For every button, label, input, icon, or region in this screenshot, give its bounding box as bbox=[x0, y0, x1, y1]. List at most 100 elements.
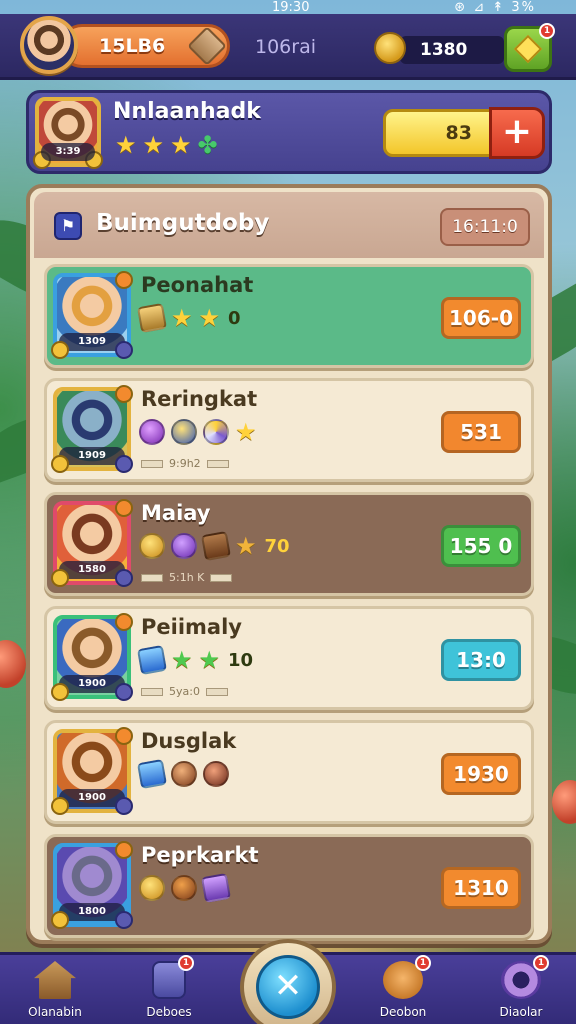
fruit-decoration bbox=[552, 780, 576, 824]
nav-label: Diaolar bbox=[499, 1005, 543, 1019]
hero-items: ★ ★ 0 bbox=[136, 302, 241, 334]
orb-icon bbox=[203, 761, 229, 787]
player-card: 3:39 Nnlaanhadk ★ ★ ★ ✤ 83 + bbox=[26, 90, 552, 174]
house-icon bbox=[34, 961, 76, 999]
badge-icon bbox=[51, 797, 69, 815]
orb-icon bbox=[171, 419, 197, 445]
hero-price-button[interactable]: 106-0 bbox=[441, 297, 521, 339]
hero-price-button[interactable]: 1930 bbox=[441, 753, 521, 795]
progress-bar bbox=[206, 459, 229, 468]
gem-icon bbox=[171, 533, 197, 559]
hero-subtext: 9:9h2 bbox=[169, 457, 201, 470]
hero-name: Peonahat bbox=[141, 273, 254, 297]
rank-icon bbox=[115, 727, 133, 745]
hero-name: Reringkat bbox=[141, 387, 258, 411]
progress-bar bbox=[205, 687, 228, 696]
resource-value: 106rai bbox=[255, 36, 316, 58]
hero-items: ★ bbox=[139, 419, 265, 445]
player-portrait[interactable]: 3:39 bbox=[33, 97, 103, 169]
card-deck-icon: 1 bbox=[152, 955, 194, 999]
hero-name: Maiay bbox=[141, 501, 211, 525]
hero-price-button[interactable]: 531 bbox=[441, 411, 521, 453]
hero-portrait[interactable]: 1800 bbox=[51, 841, 133, 929]
plus-icon: + bbox=[501, 111, 533, 152]
hero-subline: 5:1h K bbox=[141, 571, 233, 584]
hero-name: Dusglak bbox=[141, 729, 237, 753]
notification-badge: 1 bbox=[539, 23, 555, 39]
nav-item-decks[interactable]: 1 Deboes bbox=[124, 955, 214, 1023]
profile-avatar[interactable] bbox=[20, 16, 78, 74]
progress-bar bbox=[141, 459, 163, 468]
star-icon: ★ bbox=[235, 418, 257, 446]
hero-row[interactable]: 1309 Peonahat ★ ★ 0 106-0 bbox=[44, 264, 534, 368]
hero-items bbox=[136, 758, 237, 790]
heroes-panel: ⚑ Buimgutdoby 16:11:0 1309 Peonahat ★ ★ 0 106… bbox=[26, 184, 552, 944]
hero-portrait[interactable]: 1900 bbox=[51, 727, 133, 815]
hero-price-button[interactable]: 1310 bbox=[441, 867, 521, 909]
battle-icon: ✕ bbox=[256, 955, 320, 1019]
shop-button[interactable]: 1 bbox=[504, 23, 555, 72]
gold-pill[interactable]: 1380 bbox=[400, 36, 504, 64]
hero-price-button[interactable]: 155 0 bbox=[441, 525, 521, 567]
swirl-icon: 1 bbox=[501, 955, 549, 999]
sword-icon bbox=[115, 455, 133, 473]
hero-row[interactable]: 1800 Peprkarkt 1310 bbox=[44, 834, 534, 938]
hero-row[interactable]: 1900 Peiimaly ★ ★ 10 5ya:0 13:0 bbox=[44, 606, 534, 710]
hero-items bbox=[139, 872, 237, 904]
hero-row[interactable]: 1900 Dusglak 1930 bbox=[44, 720, 534, 824]
sword-icon bbox=[115, 797, 133, 815]
sword-icon bbox=[115, 683, 133, 701]
star-icon: ★ bbox=[198, 304, 221, 332]
star-icon: ★ bbox=[171, 304, 193, 332]
rank-icon bbox=[115, 499, 133, 517]
diamond-icon bbox=[513, 34, 543, 64]
scroll-icon bbox=[136, 302, 168, 334]
star-icon: ★ bbox=[171, 646, 193, 674]
hero-row[interactable]: 1580 Maiay ★ 70 5:1h K 155 0 bbox=[44, 492, 534, 596]
player-level: 3:39 bbox=[41, 143, 95, 161]
badge-icon bbox=[51, 911, 69, 929]
sword-icon bbox=[115, 911, 133, 929]
orb-icon bbox=[171, 875, 197, 901]
hero-subline: 9:9h2 bbox=[141, 457, 229, 470]
sword-icon bbox=[115, 341, 133, 359]
hero-items: ★ ★ 10 bbox=[136, 644, 254, 676]
energy-value: 83 bbox=[445, 122, 472, 144]
nav-item-pets[interactable]: 1 Deobon bbox=[358, 955, 448, 1023]
hero-price-button[interactable]: 13:0 bbox=[441, 639, 521, 681]
bottom-nav: Olanabin 1 Deboes ✕ 1 Deobon 1 Diaolar bbox=[0, 939, 576, 1024]
nav-label: Olanabin bbox=[28, 1005, 82, 1019]
nav-item-home[interactable]: Olanabin bbox=[10, 959, 100, 1023]
battle-button[interactable]: ✕ bbox=[240, 939, 336, 1024]
status-time: 19:30 bbox=[272, 0, 310, 15]
star-icon: ★ bbox=[198, 646, 221, 674]
badge-icon bbox=[51, 341, 69, 359]
orb-icon bbox=[139, 419, 165, 445]
gold-coin-icon bbox=[374, 32, 406, 64]
star-icon: ★ bbox=[235, 532, 257, 560]
progress-bar bbox=[141, 687, 163, 696]
hero-subline: 5ya:0 bbox=[141, 685, 228, 698]
hero-portrait[interactable]: 1909 bbox=[51, 385, 133, 473]
nav-item-swirl[interactable]: 1 Diaolar bbox=[476, 955, 566, 1023]
clover-icon: ✤ bbox=[197, 131, 218, 159]
fruit-decoration bbox=[0, 640, 26, 688]
hero-portrait[interactable]: 1580 bbox=[51, 499, 133, 587]
hero-row[interactable]: 1909 Reringkat ★ 9:9h2 531 bbox=[44, 378, 534, 482]
panel-header: ⚑ Buimgutdoby 16:11:0 bbox=[34, 192, 544, 258]
hero-name: Peiimaly bbox=[141, 615, 242, 639]
hero-bonus: 10 bbox=[228, 649, 254, 671]
star-icon: ★ bbox=[115, 131, 137, 159]
add-energy-button[interactable]: + bbox=[489, 107, 545, 159]
currency-pill[interactable]: 15LB6 bbox=[60, 24, 230, 68]
notification-badge: 1 bbox=[178, 955, 194, 971]
energy-bar: 83 bbox=[383, 109, 493, 157]
crystal-icon bbox=[136, 644, 168, 676]
badge-icon bbox=[51, 683, 69, 701]
hero-portrait[interactable]: 1900 bbox=[51, 613, 133, 701]
coin-icon bbox=[139, 875, 165, 901]
panel-flag-icon: ⚑ bbox=[54, 212, 82, 240]
star-icon: ★ bbox=[170, 131, 192, 159]
hero-portrait[interactable]: 1309 bbox=[51, 271, 133, 359]
gem-icon[interactable] bbox=[187, 26, 227, 66]
